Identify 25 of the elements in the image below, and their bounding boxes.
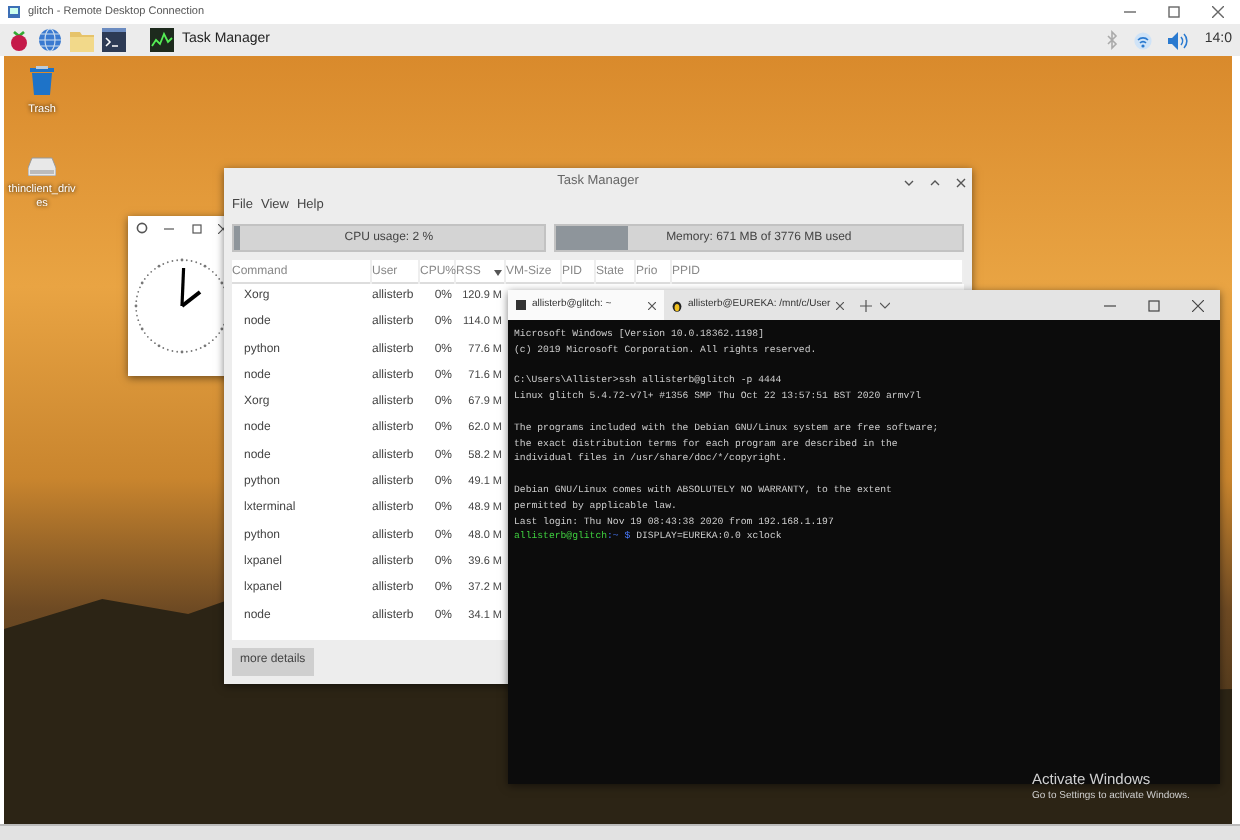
speaker-icon[interactable]	[1168, 31, 1189, 49]
penguin-icon	[672, 299, 682, 311]
app-icon	[8, 6, 20, 18]
trash-icon[interactable]	[30, 66, 54, 96]
close-icon[interactable]	[648, 301, 656, 309]
plus-icon[interactable]	[860, 299, 873, 311]
globe-icon[interactable]	[38, 28, 62, 52]
close-icon[interactable]	[956, 177, 966, 187]
minimize-icon[interactable]	[164, 223, 175, 233]
minimize-icon[interactable]	[1104, 299, 1116, 311]
sort-arrow-icon	[494, 269, 502, 275]
raspberry-icon[interactable]	[8, 28, 30, 52]
maximize-icon[interactable]	[1148, 299, 1160, 311]
chevron-down-icon[interactable]	[880, 301, 891, 309]
close-icon[interactable]	[1212, 6, 1224, 18]
chart-icon	[150, 28, 174, 52]
close-icon[interactable]	[1192, 299, 1204, 311]
minimize-icon[interactable]	[904, 177, 914, 187]
minimize-icon[interactable]	[1124, 6, 1136, 18]
wifi-icon[interactable]	[1134, 31, 1153, 49]
maximize-icon[interactable]	[930, 177, 940, 187]
horizontal-scrollbar[interactable]	[0, 824, 1240, 840]
close-icon[interactable]	[836, 301, 845, 309]
maximize-icon[interactable]	[1168, 6, 1180, 18]
maximize-icon[interactable]	[191, 223, 202, 233]
